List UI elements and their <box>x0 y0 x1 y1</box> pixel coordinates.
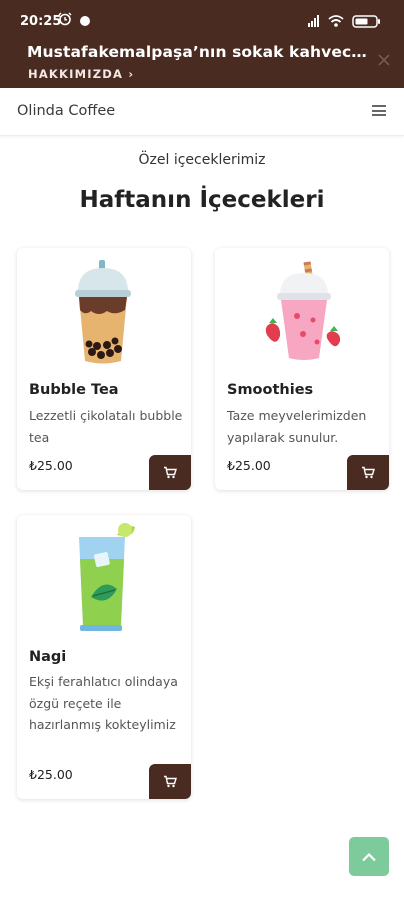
battery-icon <box>352 15 380 28</box>
section-subtitle: Özel içeceklerimiz <box>138 152 266 168</box>
product-description: Lezzetli çikolatalı bubble tea <box>29 408 183 445</box>
navbar: Olinda Coffee <box>0 88 404 136</box>
cart-icon <box>164 775 177 788</box>
scroll-to-top-button[interactable] <box>349 837 389 876</box>
section-title: Haftanın İçecekleri <box>79 187 325 213</box>
announcement-text: Mustafakemalpaşa’nın sokak kahvecisi... <box>27 43 367 61</box>
product-title: Smoothies <box>227 382 314 398</box>
about-link-label: HAKKIMIZDA <box>28 67 124 81</box>
add-to-cart-button[interactable] <box>347 455 389 490</box>
cart-icon <box>164 466 177 479</box>
product-card-smoothies[interactable]: Smoothies Taze meyvelerimizden yapılarak… <box>215 248 389 490</box>
status-time: 20:25 <box>20 14 62 29</box>
smoothie-icon <box>265 261 341 360</box>
product-title: Bubble Tea <box>29 382 119 398</box>
product-price: ₺25.00 <box>29 458 73 473</box>
add-to-cart-button[interactable] <box>149 764 191 799</box>
product-title: Nagi <box>29 649 67 665</box>
product-card-bubble-tea[interactable]: Bubble Tea Lezzetli çikolatalı bubble te… <box>17 248 191 490</box>
close-icon[interactable] <box>378 54 390 66</box>
about-link[interactable]: HAKKIMIZDA › <box>28 67 134 81</box>
brand-logo-text[interactable]: Olinda Coffee <box>17 103 115 119</box>
product-card-nagi[interactable]: Nagi Ekşi ferahlatıcı olindaya özgü reçe… <box>17 515 191 799</box>
alarm-icon <box>58 12 72 26</box>
announcement-bar: Mustafakemalpaşa’nın sokak kahvecisi... … <box>0 40 404 88</box>
cocktail-icon <box>79 523 135 631</box>
notification-dot-icon <box>80 16 90 26</box>
add-to-cart-button[interactable] <box>149 455 191 490</box>
bubble-tea-icon <box>75 260 131 364</box>
cart-icon <box>362 466 375 479</box>
product-price: ₺25.00 <box>227 458 271 473</box>
chevron-up-icon <box>362 852 376 861</box>
product-description: Ekşi ferahlatıcı olindaya özgü reçete il… <box>29 674 178 732</box>
product-description: Taze meyvelerimizden yapılarak sunulur. <box>227 408 367 445</box>
signal-icon <box>308 15 319 27</box>
chevron-right-icon: › <box>128 67 135 81</box>
wifi-icon <box>328 15 344 27</box>
status-bar: 20:25 <box>0 0 404 40</box>
hamburger-icon[interactable] <box>372 105 386 116</box>
product-price: ₺25.00 <box>29 767 73 782</box>
status-icons <box>308 15 380 28</box>
